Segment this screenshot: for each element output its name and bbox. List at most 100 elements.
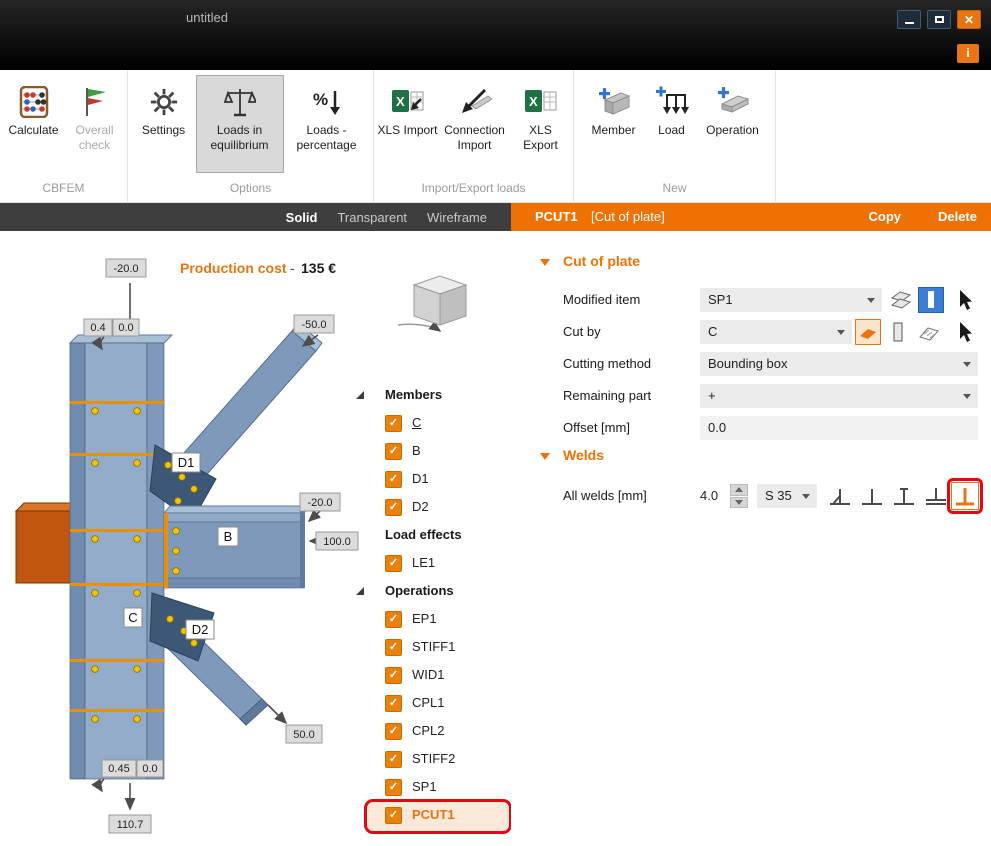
xls-import-button[interactable]: X XLS Import xyxy=(376,75,440,173)
expander-icon[interactable] xyxy=(356,587,364,595)
weld-all-selected-icon[interactable] xyxy=(951,482,979,510)
cutting-method-dropdown[interactable]: Bounding box xyxy=(700,352,978,376)
load-plus-icon xyxy=(655,83,689,121)
diagonal-member-d1[interactable] xyxy=(150,323,322,521)
checkbox-checked[interactable]: ✓ xyxy=(385,443,402,460)
tree-item-c[interactable]: ✓ C xyxy=(352,409,510,437)
checkbox-checked[interactable]: ✓ xyxy=(385,751,402,768)
tree-section-label: Members xyxy=(385,381,442,409)
tree-item-d2[interactable]: ✓ D2 xyxy=(352,493,510,521)
connection-import-button[interactable]: Connection Import xyxy=(440,75,510,173)
svg-text:0.0: 0.0 xyxy=(118,322,133,334)
xls-export-button[interactable]: X XLS Export xyxy=(510,75,572,173)
new-member-button[interactable]: Member xyxy=(582,75,646,173)
checkbox-checked[interactable]: ✓ xyxy=(385,779,402,796)
new-operation-label: Operation xyxy=(706,123,759,138)
new-load-button[interactable]: Load xyxy=(646,75,698,173)
close-button[interactable]: ✕ xyxy=(957,10,981,29)
checkbox-checked[interactable]: ✓ xyxy=(385,807,402,824)
maximize-button[interactable] xyxy=(927,10,951,29)
down-arrow-icon xyxy=(735,500,743,505)
weld-size-value[interactable]: 4.0 xyxy=(700,483,718,509)
connection-import-icon xyxy=(458,83,492,121)
cursor-select-icon[interactable] xyxy=(952,287,978,313)
minimize-button[interactable] xyxy=(897,10,921,29)
column-member-c[interactable] xyxy=(70,335,172,779)
tree-item-wid1[interactable]: ✓ WID1 xyxy=(352,661,510,689)
checkbox-checked[interactable]: ✓ xyxy=(385,667,402,684)
weld-fillet-icon-2[interactable] xyxy=(859,483,885,509)
weld-material-dropdown[interactable]: S 35 xyxy=(757,484,817,508)
expander-icon[interactable] xyxy=(356,391,364,399)
svg-text:0.0: 0.0 xyxy=(142,763,157,775)
tab-solid[interactable]: Solid xyxy=(286,210,318,225)
svg-text:-50.0: -50.0 xyxy=(301,319,326,331)
stacked-plates-icon[interactable] xyxy=(888,287,914,313)
weld-fillet-icon-1[interactable] xyxy=(827,483,853,509)
checkbox-checked[interactable]: ✓ xyxy=(385,499,402,516)
copy-button[interactable]: Copy xyxy=(869,203,902,231)
stepper-up-button[interactable] xyxy=(730,484,748,496)
weld-fillet-icon-4[interactable] xyxy=(923,483,949,509)
tree-item-cpl1[interactable]: ✓ CPL1 xyxy=(352,689,510,717)
svg-text:50.0: 50.0 xyxy=(293,729,314,741)
svg-text:135 €: 135 € xyxy=(301,260,336,276)
modified-item-dropdown[interactable]: SP1 xyxy=(700,288,882,312)
tree-item-stiff2[interactable]: ✓ STIFF2 xyxy=(352,745,510,773)
plate-icon[interactable] xyxy=(885,319,911,345)
checkbox-checked[interactable]: ✓ xyxy=(385,695,402,712)
tree-item-cpl2[interactable]: ✓ CPL2 xyxy=(352,717,510,745)
checkbox-checked[interactable]: ✓ xyxy=(385,639,402,656)
tree-item-b[interactable]: ✓ B xyxy=(352,437,510,465)
cut-by-dropdown[interactable]: C xyxy=(700,320,852,344)
flag-icon xyxy=(80,83,110,121)
tree-item-sp1[interactable]: ✓ SP1 xyxy=(352,773,510,801)
section-collapse-icon[interactable] xyxy=(540,453,550,460)
weld-fillet-icon-3[interactable] xyxy=(891,483,917,509)
load-label: -20.0 xyxy=(300,493,340,511)
tree-item-ep1[interactable]: ✓ EP1 xyxy=(352,605,510,633)
checkbox-checked[interactable]: ✓ xyxy=(385,723,402,740)
svg-text:0.4: 0.4 xyxy=(90,322,105,334)
checkbox-checked[interactable]: ✓ xyxy=(385,611,402,628)
offset-input[interactable]: 0.0 xyxy=(700,416,978,440)
overall-check-button[interactable]: Overall check xyxy=(65,75,125,173)
loads-percentage-button[interactable]: % Loads - percentage xyxy=(284,75,370,173)
stepper-down-button[interactable] xyxy=(730,497,748,509)
beam-member-b[interactable] xyxy=(164,506,310,588)
weld-size-stepper[interactable] xyxy=(730,484,748,508)
loads-in-equilibrium-button[interactable]: Loads in equilibrium xyxy=(196,75,284,173)
xls-import-label: XLS Import xyxy=(377,123,437,138)
diagonal-member-d2[interactable] xyxy=(150,593,268,725)
row-offset: Offset [mm] 0.0 xyxy=(511,415,991,441)
calculate-button[interactable]: Calculate xyxy=(3,75,65,173)
checkbox-checked[interactable]: ✓ xyxy=(385,471,402,488)
tab-wireframe[interactable]: Wireframe xyxy=(427,210,487,225)
model-tree: Members ✓ C ✓ B ✓ D1 ✓ D2 Load effects ✓… xyxy=(352,381,510,829)
tree-item-pcut1[interactable]: ✓ PCUT1 xyxy=(352,801,510,829)
svg-text:Production cost: Production cost xyxy=(180,260,287,276)
calculate-label: Calculate xyxy=(8,123,58,138)
xls-export-label: XLS Export xyxy=(511,123,571,153)
tree-item-d1[interactable]: ✓ D1 xyxy=(352,465,510,493)
remaining-part-dropdown[interactable]: + xyxy=(700,384,978,408)
ribbon: Calculate Overall check CBFEM xyxy=(0,70,991,203)
svg-text:0.45: 0.45 xyxy=(108,763,129,775)
settings-button[interactable]: Settings xyxy=(132,75,196,173)
checkbox-checked[interactable]: ✓ xyxy=(385,555,402,572)
vertical-plate-selected-icon[interactable] xyxy=(918,287,944,313)
up-arrow-icon xyxy=(735,487,743,492)
tab-transparent[interactable]: Transparent xyxy=(337,210,407,225)
tree-item-stiff1[interactable]: ✓ STIFF1 xyxy=(352,633,510,661)
cut-plate-selected-icon[interactable] xyxy=(855,319,881,345)
new-operation-button[interactable]: Operation xyxy=(698,75,768,173)
section-collapse-icon[interactable] xyxy=(540,259,550,266)
checkbox-checked[interactable]: ✓ xyxy=(385,415,402,432)
delete-button[interactable]: Delete xyxy=(938,203,977,231)
info-button[interactable]: i xyxy=(957,44,979,63)
orientation-cube[interactable] xyxy=(398,276,466,331)
hatched-plate-icon[interactable] xyxy=(915,319,941,345)
tree-item-le1[interactable]: ✓ LE1 xyxy=(352,549,510,577)
load-label: 0.0 xyxy=(113,319,139,336)
cursor-select-icon[interactable] xyxy=(952,319,978,345)
